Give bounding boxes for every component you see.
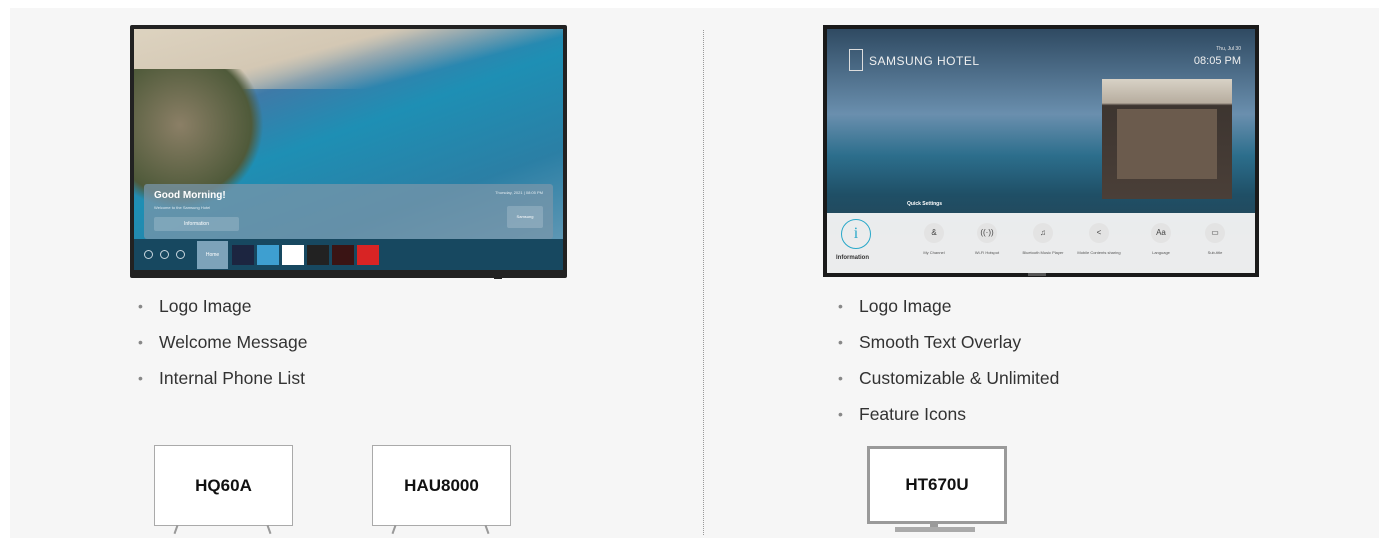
feature-list-right: Logo Image Smooth Text Overlay Customiza… (838, 295, 1059, 439)
list-item: Smooth Text Overlay (838, 331, 1059, 367)
app-tile[interactable] (232, 245, 254, 265)
app-bar: Home (134, 239, 563, 270)
quick-item-label: Sub-title (1207, 250, 1223, 255)
app-tile[interactable] (332, 245, 354, 265)
date-text: Thursday, 2021 | 08:05 PM (495, 190, 543, 195)
home-tile[interactable]: Home (197, 241, 228, 269)
tv-screen: Good Morning! Welcome to the Samsung Hot… (134, 29, 563, 270)
feature-list-left: Logo Image Welcome Message Internal Phon… (138, 295, 308, 403)
tv-sensor (494, 276, 502, 279)
list-item: Logo Image (138, 295, 308, 331)
person-icon[interactable]: & (924, 223, 944, 243)
hotel-logo-icon (849, 49, 863, 71)
cabana-interior (1117, 109, 1217, 179)
plex-tile[interactable] (307, 245, 329, 265)
music-icon[interactable]: ♫ (1033, 223, 1053, 243)
app-tile[interactable] (257, 245, 279, 265)
subtitle-icon[interactable]: ▭ (1205, 223, 1225, 243)
quick-item-label: Language (1152, 250, 1170, 255)
hotel-name: SAMSUNG HOTEL (869, 54, 980, 68)
model-ht670u: HT670U (867, 446, 1007, 524)
wifi-hotspot-icon[interactable]: ((·)) (977, 223, 997, 243)
home-icon[interactable] (176, 250, 185, 259)
model-hau8000: HAU8000 (372, 445, 511, 526)
list-item: Welcome Message (138, 331, 308, 367)
quick-settings-label: Quick Settings (907, 201, 943, 207)
samsung-button[interactable]: Samsung (507, 206, 543, 228)
tv-logo-tab (1028, 273, 1046, 276)
time-text: 08:05 PM (1193, 55, 1241, 67)
information-icon[interactable]: i (841, 219, 871, 249)
tv-stand-base (895, 527, 975, 532)
tv-ht670u-image: SAMSUNG HOTEL Thu, Jul 30 08:05 PM Quick… (823, 25, 1259, 277)
date-text: Thu, Jul 30 (1216, 46, 1241, 52)
language-icon[interactable]: Aa (1151, 223, 1171, 243)
quick-item-label: Mobile Contents sharing (1077, 250, 1121, 255)
greeting-text: Good Morning! (154, 190, 226, 201)
list-item: Internal Phone List (138, 367, 308, 403)
menu-icon[interactable] (144, 250, 153, 259)
share-icon[interactable]: < (1089, 223, 1109, 243)
quick-item-label: Bluetooth Music Player (1022, 250, 1064, 255)
quick-settings-bar: i Information & My Channel ((·)) Wi-Fi H… (827, 213, 1255, 273)
youtube-tile[interactable] (282, 245, 304, 265)
column-divider (703, 30, 704, 535)
tv-screen: SAMSUNG HOTEL Thu, Jul 30 08:05 PM Quick… (827, 29, 1255, 273)
list-item: Logo Image (838, 295, 1059, 331)
information-button[interactable]: Information (154, 217, 239, 231)
app-tile[interactable] (357, 245, 379, 265)
list-item: Feature Icons (838, 403, 1059, 439)
information-label: Information (836, 255, 869, 261)
quick-item-label: My Channel (923, 250, 945, 255)
tv-hq60a-image: Good Morning! Welcome to the Samsung Hot… (130, 25, 567, 279)
welcome-overlay: Good Morning! Welcome to the Samsung Hot… (144, 184, 553, 239)
model-hq60a: HQ60A (154, 445, 293, 526)
globe-icon[interactable] (160, 250, 169, 259)
welcome-subtext: Welcome to the Samsung Hotel (154, 205, 211, 210)
list-item: Customizable & Unlimited (838, 367, 1059, 403)
quick-item-label: Wi-Fi Hotspot (974, 250, 1000, 255)
